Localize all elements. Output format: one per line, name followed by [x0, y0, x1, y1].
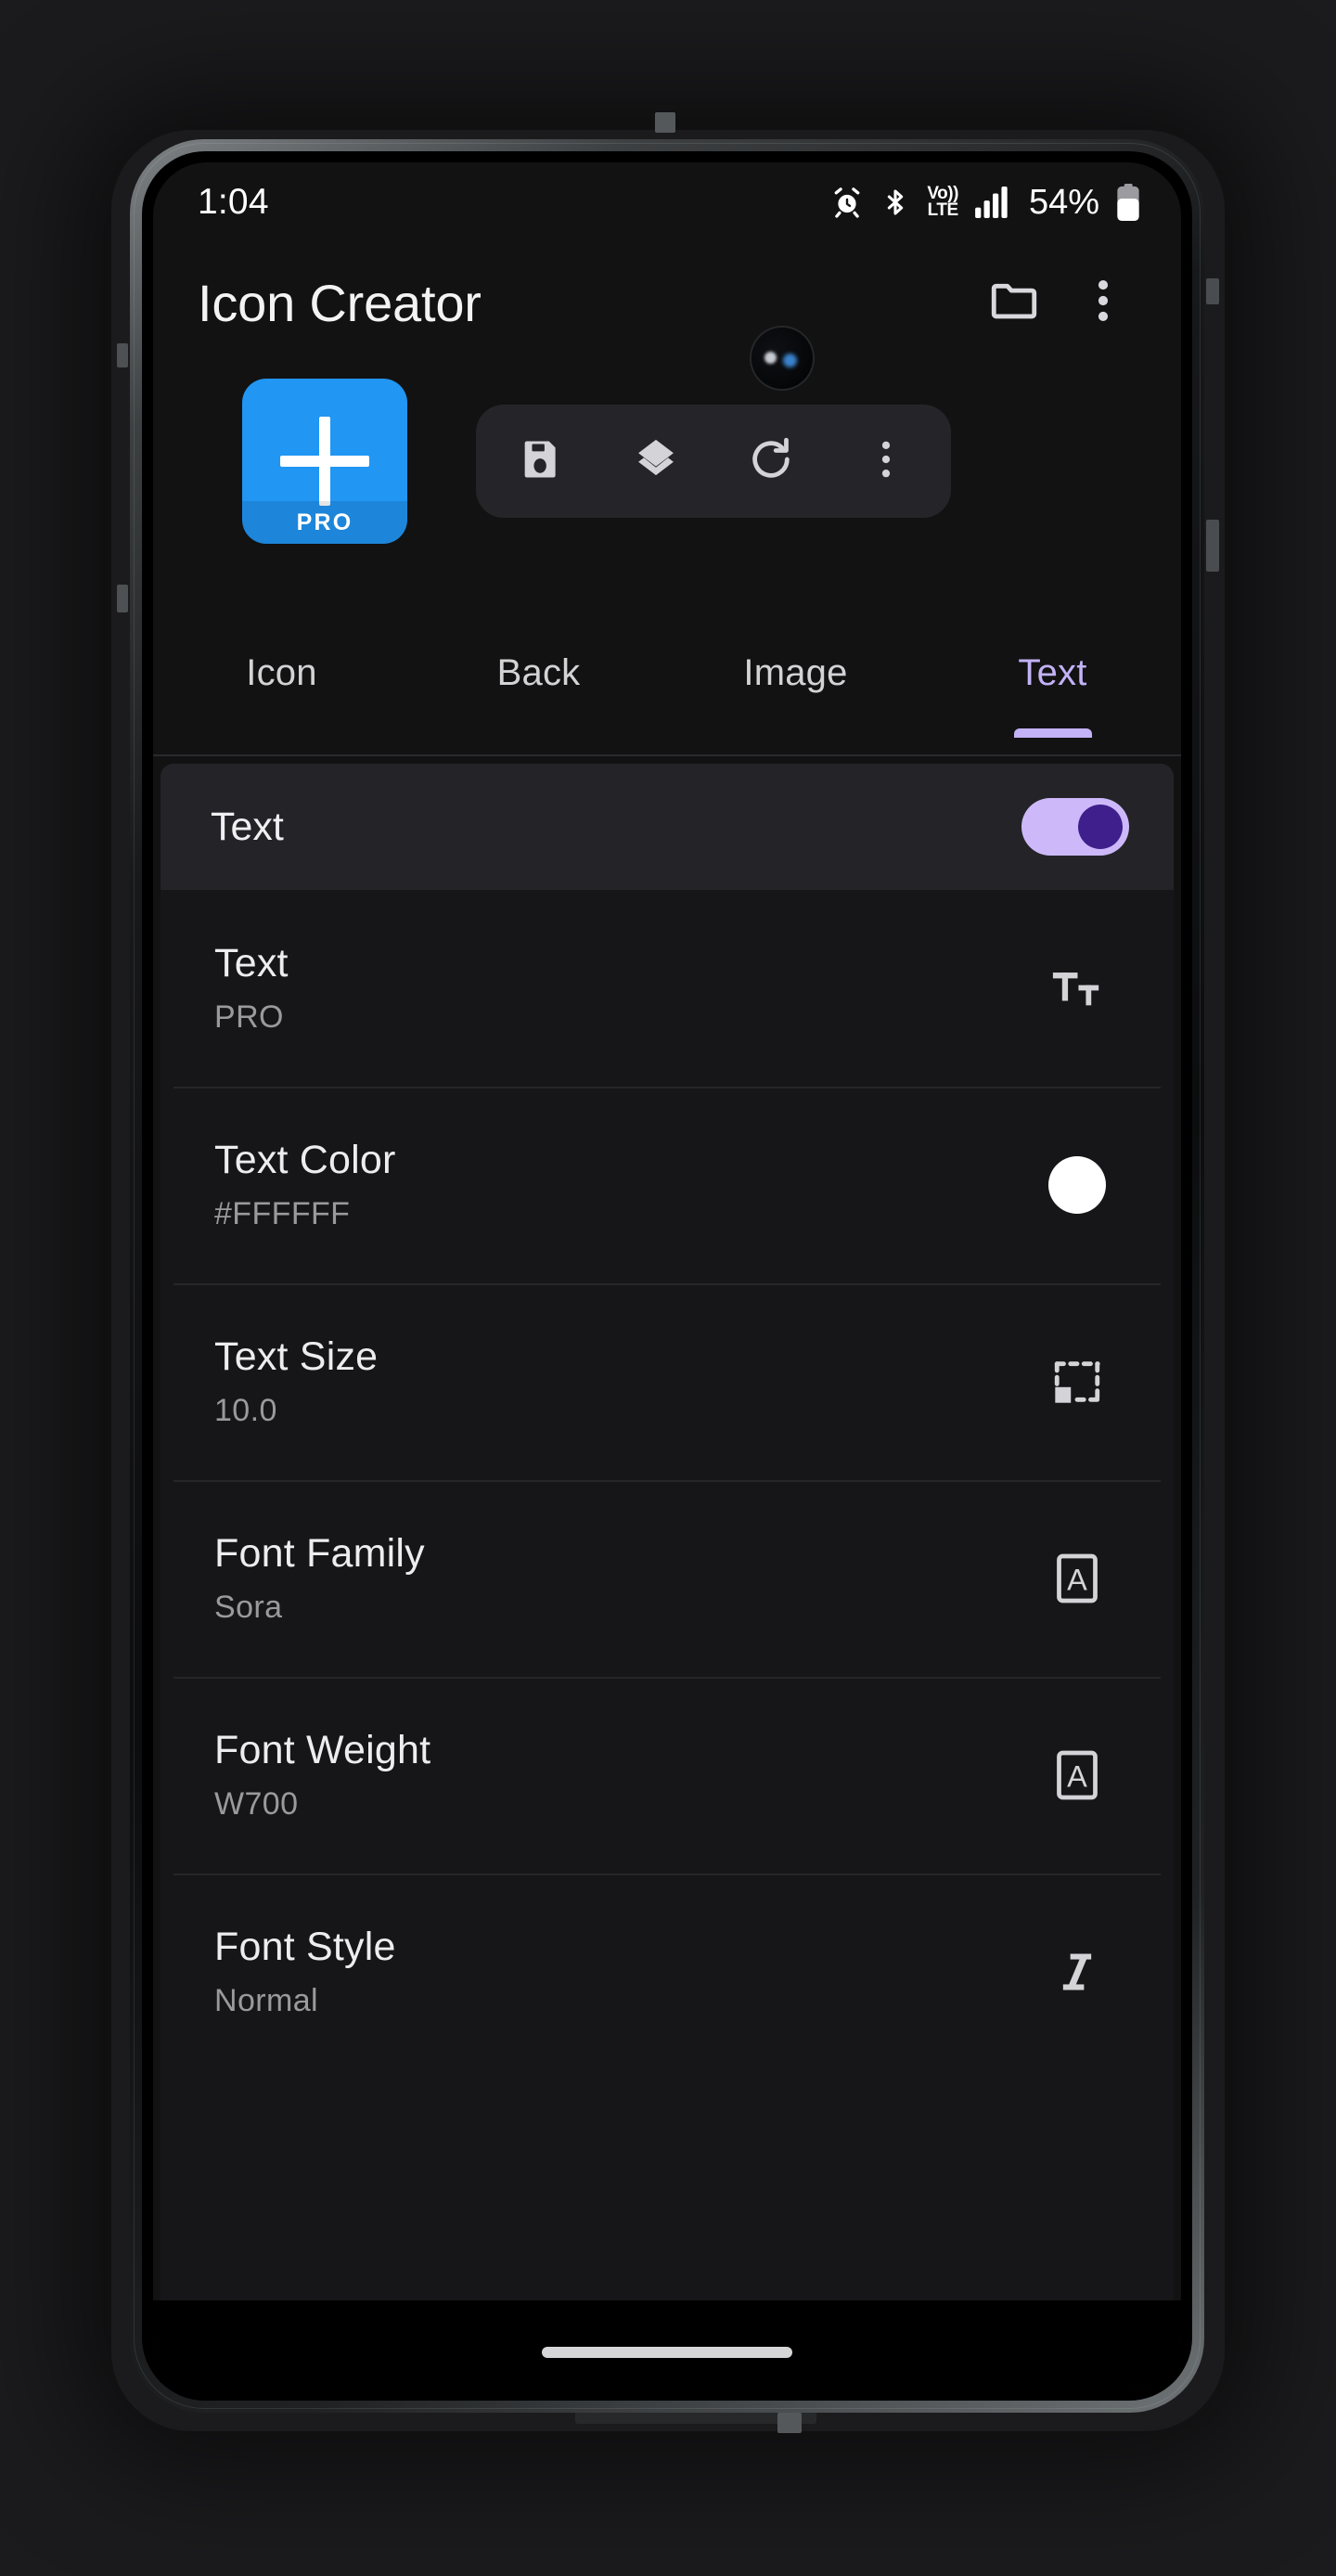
overflow-menu-icon: [1081, 274, 1125, 332]
setting-row-font-weight[interactable]: Font Weight W700 A: [161, 1677, 1174, 1874]
svg-text:A: A: [1067, 1760, 1087, 1794]
setting-value: Normal: [214, 1983, 318, 2018]
phone-screen: 1:04 Vo)) LTE 54% Icon Creator PRO Icon …: [153, 162, 1181, 2389]
hardware-nub-top: [655, 112, 675, 133]
tab-label: Icon: [246, 651, 317, 693]
tab-image[interactable]: Image: [667, 608, 924, 738]
save-icon: [517, 435, 565, 488]
setting-value: 10.0: [214, 1393, 277, 1428]
italic-icon: [1033, 1927, 1122, 2016]
setting-row-text-size[interactable]: Text Size 10.0: [161, 1283, 1174, 1480]
tool-group: [476, 405, 951, 518]
status-time: 1:04: [198, 182, 269, 222]
tab-active-indicator: [1013, 728, 1092, 738]
text-format-icon: [1033, 944, 1122, 1033]
overflow-menu-icon: [867, 435, 905, 488]
tool-overflow-button[interactable]: [849, 424, 923, 498]
navigation-area: [153, 2300, 1181, 2389]
add-pro-button[interactable]: PRO: [242, 379, 407, 544]
hardware-nub-left-lower: [117, 585, 128, 612]
color-swatch: [1048, 1156, 1106, 1214]
setting-value: PRO: [214, 999, 284, 1035]
font-weight-icon: A: [1033, 1731, 1122, 1820]
settings-panel: Text Text PRO Text Color #FFFFFF Text Si…: [161, 764, 1174, 2345]
camera-punchhole: [752, 328, 813, 389]
font-family-icon: A: [1033, 1534, 1122, 1623]
pro-badge: PRO: [242, 501, 407, 544]
overflow-menu-button[interactable]: [1059, 258, 1148, 347]
setting-title: Text Size: [214, 1334, 379, 1379]
refresh-button[interactable]: [734, 424, 808, 498]
tab-divider: [153, 754, 1181, 756]
hardware-nub-left-upper: [117, 343, 128, 367]
hardware-nub-bottom-small: [777, 2413, 802, 2433]
save-button[interactable]: [504, 424, 578, 498]
status-bar: 1:04 Vo)) LTE 54%: [153, 162, 1181, 242]
layers-button[interactable]: [619, 424, 693, 498]
battery-percent-label: 54%: [1028, 182, 1099, 222]
layers-icon: [631, 434, 681, 489]
status-icons: Vo)) LTE 54%: [830, 183, 1140, 223]
volte-icon: Vo)) LTE: [927, 183, 958, 220]
text-enable-toggle[interactable]: [1021, 798, 1129, 856]
setting-row-text[interactable]: Text PRO: [161, 890, 1174, 1087]
text-enable-row[interactable]: Text: [161, 764, 1174, 890]
tab-label: Image: [743, 651, 848, 693]
text-enable-label: Text: [211, 804, 284, 849]
battery-icon: [1116, 184, 1140, 221]
hardware-nub-right-lower: [1206, 520, 1219, 572]
hardware-nub-right-upper: [1206, 278, 1219, 304]
setting-value: #FFFFFF: [214, 1196, 351, 1231]
setting-row-font-family[interactable]: Font Family Sora A: [161, 1480, 1174, 1677]
action-strip: PRO: [153, 365, 1181, 558]
setting-row-font-style[interactable]: Font Style Normal: [161, 1874, 1174, 2070]
setting-title: Font Family: [214, 1531, 425, 1576]
signal-icon: [975, 187, 1010, 218]
alarm-icon: [830, 186, 864, 219]
color-swatch-icon[interactable]: [1033, 1140, 1122, 1230]
tab-icon[interactable]: Icon: [153, 608, 410, 738]
app-bar: Icon Creator: [153, 251, 1181, 354]
setting-title: Text Color: [214, 1138, 396, 1182]
tab-bar: Icon Back Image Text: [153, 608, 1181, 756]
svg-text:A: A: [1067, 1564, 1087, 1597]
tab-label: Back: [496, 651, 581, 693]
tab-back[interactable]: Back: [410, 608, 667, 738]
setting-row-text-color[interactable]: Text Color #FFFFFF: [161, 1087, 1174, 1283]
setting-value: W700: [214, 1786, 299, 1822]
setting-value: Sora: [214, 1590, 283, 1625]
setting-title: Font Weight: [214, 1728, 431, 1772]
folder-icon: [987, 274, 1041, 332]
gesture-bar[interactable]: [542, 2347, 792, 2358]
setting-title: Text: [214, 941, 289, 985]
resize-icon: [1033, 1337, 1122, 1426]
refresh-icon: [747, 435, 795, 488]
folder-button[interactable]: [970, 258, 1059, 347]
page-title: Icon Creator: [198, 273, 482, 332]
setting-title: Font Style: [214, 1925, 396, 1969]
tab-text[interactable]: Text: [924, 608, 1181, 738]
toggle-knob: [1078, 805, 1123, 849]
bluetooth-icon: [880, 186, 910, 219]
tab-label: Text: [1018, 651, 1087, 693]
phone-frame: 1:04 Vo)) LTE 54% Icon Creator PRO Icon …: [130, 139, 1204, 2413]
